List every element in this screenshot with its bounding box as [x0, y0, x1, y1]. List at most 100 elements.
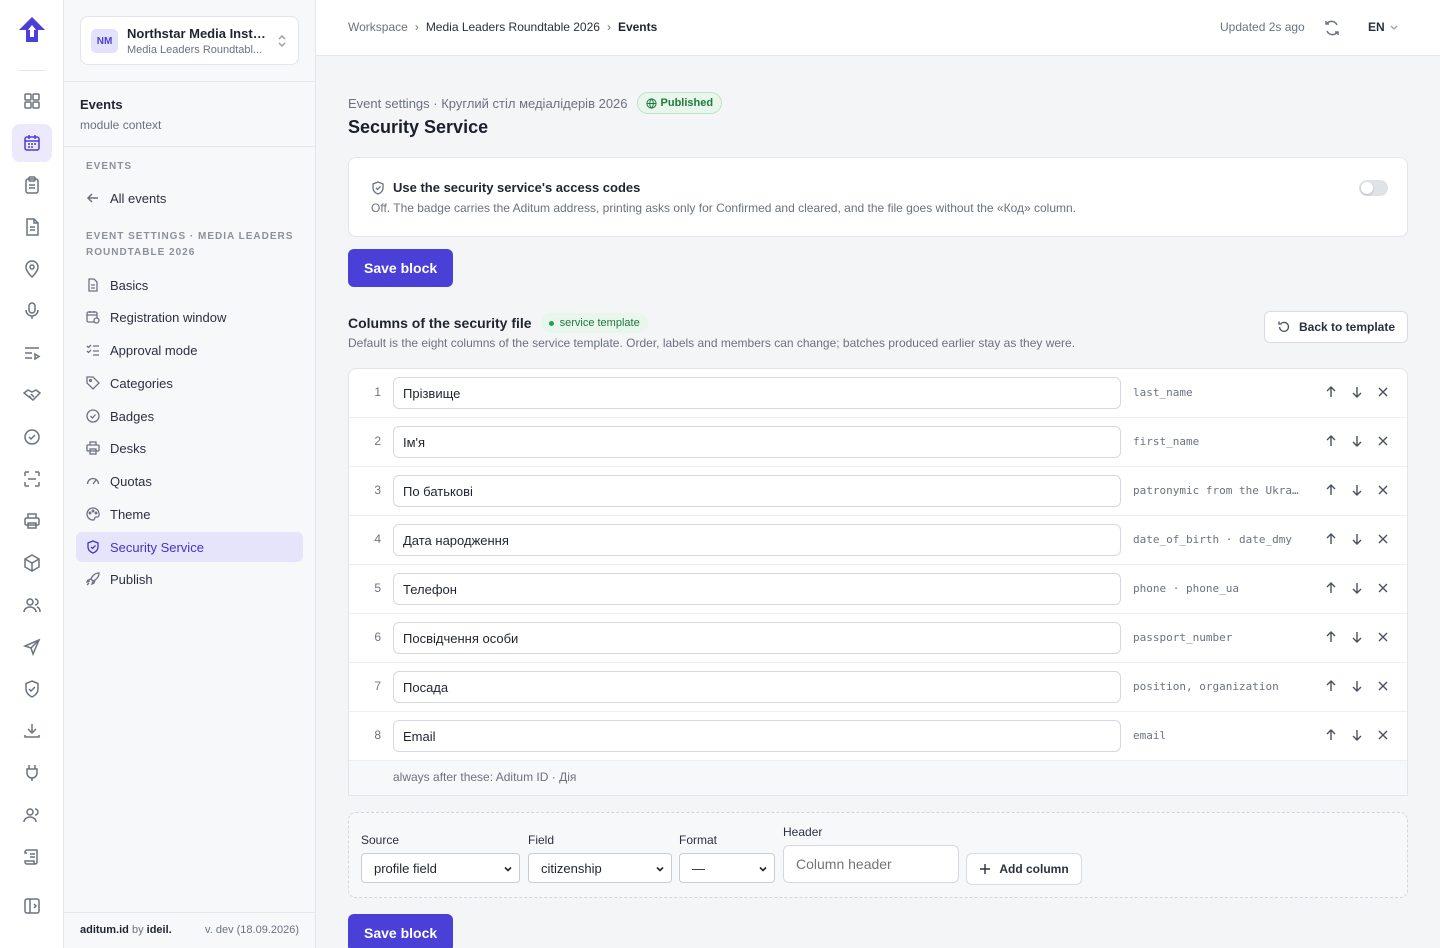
nav-all-events[interactable]: All events: [76, 183, 303, 213]
remove-icon[interactable]: [1376, 630, 1390, 644]
chevron-down-icon: [759, 866, 767, 872]
column-source-key: position, organization: [1133, 680, 1279, 693]
remove-icon[interactable]: [1376, 581, 1390, 595]
clipboard-icon[interactable]: [12, 166, 52, 204]
move-down-icon[interactable]: [1350, 532, 1364, 546]
move-down-icon[interactable]: [1350, 679, 1364, 693]
move-up-icon[interactable]: [1324, 483, 1338, 497]
chevron-down-icon: [656, 866, 664, 872]
undo-icon: [1278, 321, 1290, 332]
access-codes-toggle[interactable]: [1359, 180, 1388, 196]
nav-label: Theme: [110, 506, 151, 522]
team-icon[interactable]: [12, 796, 52, 834]
header-label: Header: [783, 825, 823, 839]
column-header-input[interactable]: [783, 845, 959, 883]
remove-icon[interactable]: [1376, 532, 1390, 546]
microphone-icon[interactable]: [12, 292, 52, 330]
crumb-separator: ›: [414, 20, 419, 34]
nav-theme[interactable]: Theme: [76, 499, 303, 529]
nav-label: Quotas: [110, 473, 152, 489]
nav-approval-mode[interactable]: Approval mode: [76, 335, 303, 365]
organization-switcher[interactable]: NM Northstar Media Instit... Media Leade…: [80, 16, 299, 65]
move-down-icon[interactable]: [1350, 728, 1364, 742]
move-up-icon[interactable]: [1324, 581, 1338, 595]
plug-icon[interactable]: [12, 754, 52, 792]
source-select[interactable]: profile field: [361, 853, 520, 883]
move-up-icon[interactable]: [1324, 679, 1338, 693]
sidebar-toggle-icon[interactable]: [12, 887, 52, 925]
check-circle-icon[interactable]: [12, 418, 52, 456]
crumb-event[interactable]: Media Leaders Roundtable 2026: [426, 20, 600, 34]
document-icon[interactable]: [12, 208, 52, 246]
list-play-icon[interactable]: [12, 334, 52, 372]
sidebar-divider: [64, 146, 316, 147]
nav-security-service[interactable]: Security Service: [76, 532, 303, 562]
scan-icon[interactable]: [12, 460, 52, 498]
column-label-input[interactable]: [393, 524, 1121, 556]
printer-icon[interactable]: [12, 502, 52, 540]
remove-icon[interactable]: [1376, 434, 1390, 448]
field-select[interactable]: citizenship: [528, 853, 672, 883]
nav-quotas[interactable]: Quotas: [76, 466, 303, 496]
language-selector[interactable]: EN: [1368, 20, 1399, 34]
move-up-icon[interactable]: [1324, 630, 1338, 644]
location-pin-icon[interactable]: [12, 250, 52, 288]
move-up-icon[interactable]: [1324, 532, 1338, 546]
status-badge: Published: [636, 92, 723, 114]
app-rail: [0, 0, 64, 948]
dashboard-icon[interactable]: [12, 82, 52, 120]
move-up-icon[interactable]: [1324, 385, 1338, 399]
add-column-button[interactable]: Add column: [966, 853, 1082, 885]
scroll-icon[interactable]: [12, 838, 52, 876]
move-up-icon[interactable]: [1324, 728, 1338, 742]
move-down-icon[interactable]: [1350, 483, 1364, 497]
column-label-input[interactable]: [393, 573, 1121, 605]
app-version: v. dev (18.09.2026): [205, 924, 299, 936]
column-source-key: date_of_birth · date_dmy: [1133, 533, 1292, 546]
nav-desks[interactable]: Desks: [76, 433, 303, 463]
crumb-separator: ›: [606, 20, 611, 34]
org-avatar: NM: [91, 29, 118, 53]
column-label-input[interactable]: [393, 475, 1121, 507]
field-label: Field: [528, 833, 555, 847]
calendar-icon[interactable]: [12, 124, 52, 162]
back-to-template-button[interactable]: Back to template: [1264, 311, 1408, 343]
column-label-input[interactable]: [393, 426, 1121, 458]
format-select[interactable]: —: [679, 853, 775, 883]
row-actions: [1324, 630, 1390, 644]
handshake-icon[interactable]: [12, 376, 52, 414]
shield-icon[interactable]: [12, 670, 52, 708]
remove-icon[interactable]: [1376, 679, 1390, 693]
move-down-icon[interactable]: [1350, 385, 1364, 399]
remove-icon[interactable]: [1376, 385, 1390, 399]
section-label-event-settings: EVENT SETTINGS · MEDIA LEADERS ROUNDTABL…: [86, 231, 294, 258]
nav-publish[interactable]: Publish: [76, 564, 303, 594]
nav-basics[interactable]: Basics: [76, 270, 303, 300]
move-up-icon[interactable]: [1324, 434, 1338, 448]
move-down-icon[interactable]: [1350, 581, 1364, 595]
column-row: 2 first_name: [349, 418, 1407, 467]
crumb-workspace[interactable]: Workspace: [348, 20, 408, 34]
column-label-input[interactable]: [393, 720, 1121, 752]
nav-label: Desks: [110, 440, 147, 456]
save-block-button[interactable]: Save block: [348, 914, 454, 948]
remove-icon[interactable]: [1376, 483, 1390, 497]
column-label-input[interactable]: [393, 377, 1121, 409]
column-label-input[interactable]: [393, 671, 1121, 703]
nav-badges[interactable]: Badges: [76, 401, 303, 431]
save-block-button[interactable]: Save block: [348, 249, 454, 287]
users-icon[interactable]: [12, 586, 52, 624]
refresh-icon[interactable]: [1323, 19, 1341, 37]
nav-categories[interactable]: Categories: [76, 368, 303, 398]
download-icon[interactable]: [12, 712, 52, 750]
move-down-icon[interactable]: [1350, 434, 1364, 448]
package-icon[interactable]: [12, 544, 52, 582]
main-content: Event settings · Круглий стіл медіалідер…: [316, 56, 1440, 948]
send-icon[interactable]: [12, 628, 52, 666]
move-down-icon[interactable]: [1350, 630, 1364, 644]
column-label-input[interactable]: [393, 622, 1121, 654]
nav-registration-window[interactable]: Registration window: [76, 302, 303, 332]
remove-icon[interactable]: [1376, 728, 1390, 742]
aditum-logo[interactable]: [17, 16, 47, 44]
source-label: Source: [361, 833, 400, 847]
